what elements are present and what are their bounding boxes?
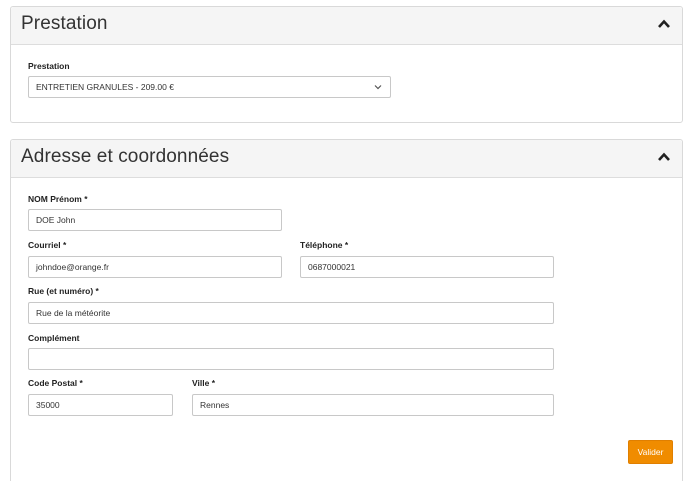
prestation-panel-title: Prestation [21, 13, 108, 34]
address-panel-title: Adresse et coordonnées [21, 146, 230, 167]
prestation-panel: Prestation [10, 6, 683, 123]
prestation-field-label: Prestation [28, 61, 70, 71]
chevron-up-icon[interactable] [656, 149, 672, 165]
address-panel-header: Adresse et coordonnées [11, 140, 682, 178]
rue-label: Rue (et numéro) * [28, 286, 99, 296]
courriel-label: Courriel * [28, 240, 67, 250]
valider-button[interactable]: Valider [628, 440, 673, 464]
prestation-panel-header: Prestation [11, 7, 682, 45]
courriel-field[interactable]: johndoe@orange.fr [28, 256, 282, 278]
nom-label: NOM Prénom * [28, 194, 88, 204]
rue-field[interactable]: Rue de la météorite [28, 302, 554, 324]
complement-label: Complément [28, 333, 80, 343]
chevron-down-icon [374, 84, 382, 90]
telephone-field[interactable]: 0687000021 [300, 256, 554, 278]
code-postal-label: Code Postal * [28, 378, 83, 388]
prestation-select[interactable]: ENTRETIEN GRANULES - 209.00 € [28, 76, 391, 98]
prestation-select-value: ENTRETIEN GRANULES - 209.00 € [36, 82, 174, 92]
ville-field[interactable]: Rennes [192, 394, 554, 416]
chevron-up-icon[interactable] [656, 16, 672, 32]
telephone-label: Téléphone * [300, 240, 349, 250]
ville-label: Ville * [192, 378, 215, 388]
complement-field[interactable] [28, 348, 554, 370]
code-postal-field[interactable]: 35000 [28, 394, 173, 416]
nom-field[interactable]: DOE John [28, 209, 282, 231]
